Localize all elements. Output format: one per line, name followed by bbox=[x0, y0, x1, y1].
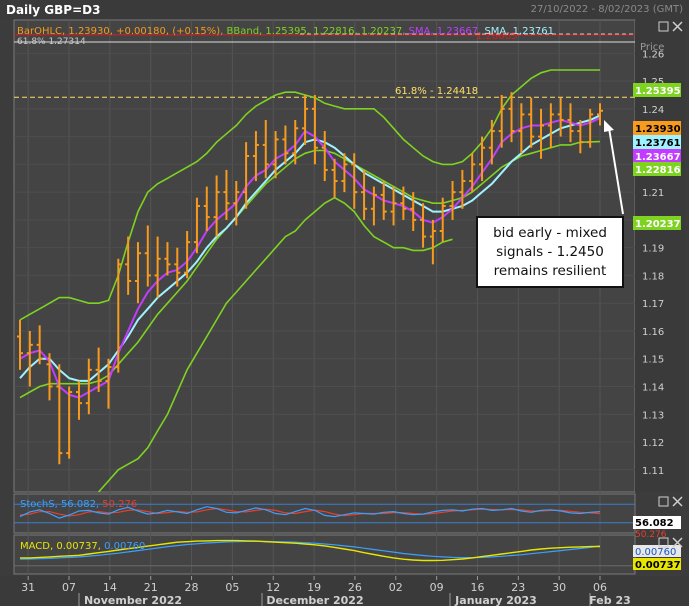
x-tick-label: 21 bbox=[144, 581, 158, 594]
x-tick-label: 06 bbox=[593, 581, 607, 594]
y-tick-label: 1.14 bbox=[642, 382, 664, 393]
close-icon[interactable] bbox=[672, 496, 683, 507]
y-tick-label: 1.15 bbox=[642, 355, 664, 366]
month-label: January 2023 bbox=[454, 594, 537, 606]
legend-fragment: 61.8% 1.27314 bbox=[17, 37, 86, 47]
price-badge: 1.22816 bbox=[633, 162, 681, 176]
macd-badge: 0.00737 bbox=[635, 560, 681, 571]
price-badge: 1.23667 bbox=[633, 149, 681, 163]
price-legend: BarOHLC, 1.23930, +0.00180, (+0.15%), BB… bbox=[17, 26, 554, 37]
x-tick-label: 26 bbox=[348, 581, 362, 594]
annotation-box: bid early - mixed signals - 1.2450 remai… bbox=[476, 216, 624, 288]
price-badge: 1.25395 bbox=[633, 83, 681, 97]
month-label: Feb 23 bbox=[589, 594, 631, 606]
x-tick-label: 05 bbox=[225, 581, 239, 594]
y-tick-label: 1.17 bbox=[642, 299, 664, 310]
annotation-text: bid early - mixed signals - 1.2450 remai… bbox=[493, 224, 607, 279]
y-tick-label: 1.13 bbox=[642, 410, 664, 421]
x-tick-label: 31 bbox=[21, 581, 35, 594]
x-tick-label: 09 bbox=[430, 581, 444, 594]
x-tick-label: 12 bbox=[266, 581, 280, 594]
y-tick-label: 1.12 bbox=[642, 438, 664, 449]
chart-canvas[interactable]: Price1.111.121.131.141.151.161.171.181.1… bbox=[0, 0, 689, 606]
price-badge-label: 1.23761 bbox=[635, 138, 681, 149]
stoch-legend: StochS, 56.082, 50.276 bbox=[20, 499, 137, 510]
stoch-panel-controls[interactable] bbox=[658, 496, 683, 507]
price-badge: 1.23761 bbox=[633, 135, 681, 149]
y-tick-label: 1.21 bbox=[642, 188, 664, 199]
month-label: November 2022 bbox=[84, 594, 182, 606]
x-tick-label: 02 bbox=[389, 581, 403, 594]
y-tick-label: 1.18 bbox=[642, 271, 664, 282]
maximize-icon[interactable] bbox=[658, 496, 669, 507]
price-badge-label: 1.22816 bbox=[635, 165, 681, 176]
fib-line-label: 61.8% - 1.24418 bbox=[395, 86, 478, 97]
y-tick-label: 1.19 bbox=[642, 244, 664, 255]
chart-window: Daily GBP=D3 27/10/2022 - 8/02/2023 (GMT… bbox=[0, 0, 689, 606]
y-tick-label: 1.24 bbox=[642, 105, 664, 116]
x-tick-label: 14 bbox=[103, 581, 117, 594]
price-badge-label: 1.20237 bbox=[635, 219, 681, 230]
x-tick-label: 16 bbox=[470, 581, 484, 594]
macd-signal-badge: 0.00760 bbox=[635, 547, 676, 558]
x-tick-label: 07 bbox=[62, 581, 76, 594]
x-tick-label: 30 bbox=[552, 581, 566, 594]
x-tick-label: 28 bbox=[185, 581, 199, 594]
month-label: December 2022 bbox=[266, 594, 363, 606]
macd-legend: MACD, 0.00737, 0.00760 bbox=[20, 541, 145, 552]
x-tick-label: 23 bbox=[511, 581, 525, 594]
price-badge-label: 1.23930 bbox=[635, 124, 681, 135]
y-tick-label: 1.16 bbox=[642, 327, 664, 338]
price-badge: 1.20237 bbox=[633, 216, 681, 230]
y-tick-label: 1.11 bbox=[642, 466, 664, 477]
stoch-badge: 56.082 bbox=[635, 518, 674, 529]
price-badge-label: 1.25395 bbox=[635, 86, 681, 97]
x-tick-label: 19 bbox=[307, 581, 321, 594]
price-badge: 1.23930 bbox=[633, 121, 681, 135]
y-tick-label: 1.26 bbox=[642, 49, 664, 60]
price-badge-label: 1.23667 bbox=[635, 152, 681, 163]
